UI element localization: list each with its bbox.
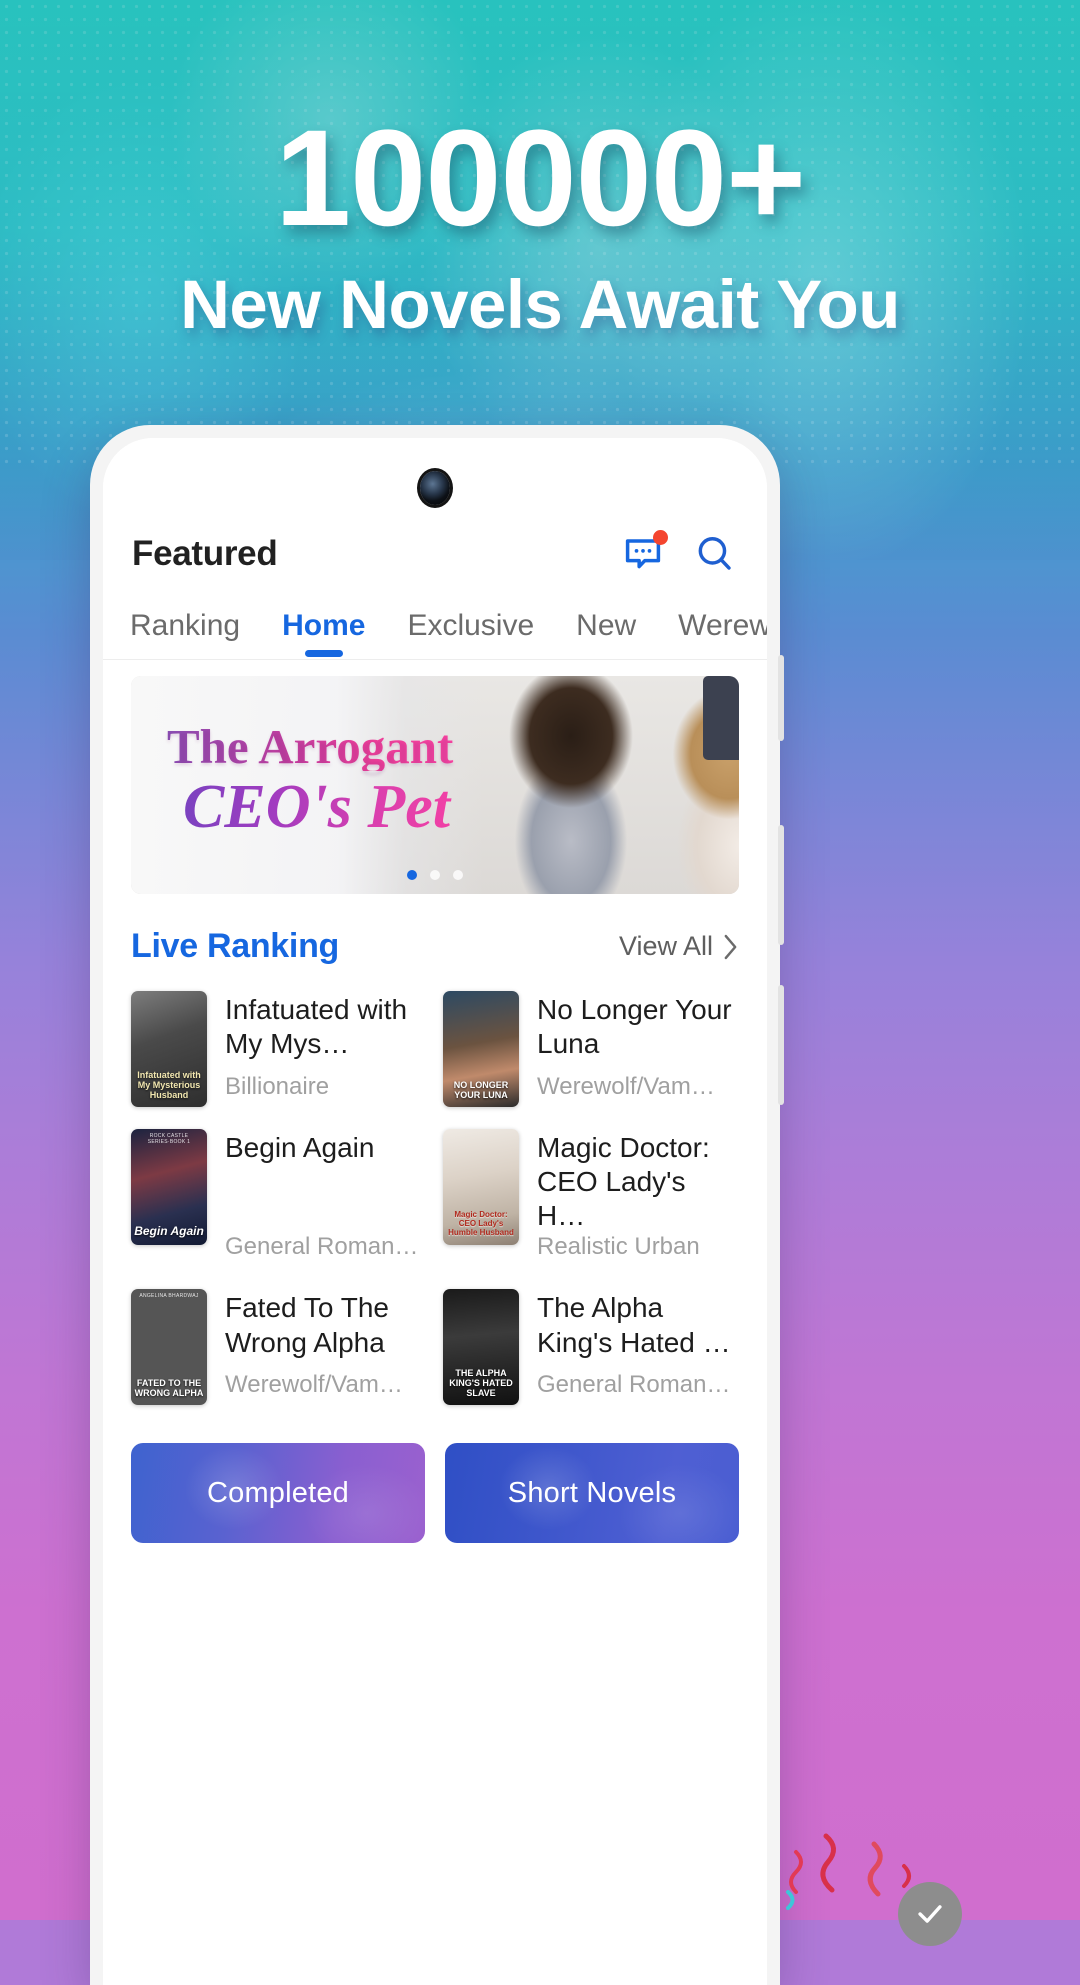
promo-subheadline: New Novels Await You: [180, 266, 900, 343]
phone-screen: Featured Ranking Home Exclusive New Were…: [103, 438, 767, 1985]
banner-dot-2[interactable]: [430, 870, 440, 880]
section-header: Live Ranking View All: [103, 894, 767, 966]
book-cover: ANGELINA BHARDWAJ FATED TO THE WRONG ALP…: [131, 1289, 207, 1406]
category-card-label: Completed: [206, 1476, 350, 1509]
banner-pagination-dots: [407, 870, 463, 880]
book-title: Begin Again: [225, 1132, 375, 1163]
banner-edge-accent: [703, 676, 739, 760]
book-cover: Infatuated with My Mysterious Husband: [131, 991, 207, 1107]
tab-ranking[interactable]: Ranking: [130, 609, 240, 659]
book-info: Begin Again General Roman…: [225, 1129, 427, 1267]
book-list-item[interactable]: Infatuated with My Mysterious Husband In…: [131, 991, 427, 1107]
book-grid: Infatuated with My Mysterious Husband In…: [103, 966, 767, 1406]
tab-werewolf[interactable]: Werewolf: [678, 609, 767, 659]
banner-dot-3[interactable]: [453, 870, 463, 880]
book-cover: NO LONGER YOUR LUNA: [443, 991, 519, 1107]
floating-action-button[interactable]: [898, 1882, 962, 1946]
book-genre: Billionaire: [225, 1073, 330, 1100]
tab-home[interactable]: Home: [282, 609, 365, 659]
tab-exclusive[interactable]: Exclusive: [407, 609, 534, 659]
book-cover-top-text: ROCK CASTLE SERIES·BOOK 1: [147, 1133, 191, 1145]
banner-carousel[interactable]: The Arrogant CEO's Pet: [131, 676, 739, 894]
book-title: Magic Doctor: CEO Lady's H…: [537, 1132, 710, 1232]
book-list-item[interactable]: Magic Doctor: CEO Lady's Humble Husband …: [443, 1129, 739, 1267]
category-card-row: Completed Short Novels: [103, 1405, 767, 1544]
book-genre: General Roman…: [225, 1233, 419, 1261]
book-title: The Alpha King's Hated …: [537, 1292, 731, 1358]
unread-badge-dot: [653, 530, 668, 545]
book-list-item[interactable]: NO LONGER YOUR LUNA No Longer Your Luna …: [443, 991, 739, 1107]
book-cover-text: FATED TO THE WRONG ALPHA: [134, 1378, 204, 1399]
promo-headline: 100000+: [274, 102, 806, 255]
book-info: Infatuated with My Mys… Billionaire: [225, 991, 427, 1107]
book-info: The Alpha King's Hated … General Roman…: [537, 1289, 739, 1405]
front-camera-icon: [420, 471, 450, 505]
app-header: Featured: [103, 438, 767, 586]
book-list-item[interactable]: THE ALPHA KING'S HATED SLAVE The Alpha K…: [443, 1289, 739, 1406]
chevron-right-icon: [724, 934, 737, 959]
book-cover: Magic Doctor: CEO Lady's Humble Husband: [443, 1129, 519, 1245]
category-card-label: Short Novels: [507, 1476, 677, 1509]
book-info: Magic Doctor: CEO Lady's H… Realistic Ur…: [537, 1129, 739, 1267]
view-all-button[interactable]: View All: [619, 931, 739, 962]
section-title: Live Ranking: [131, 927, 340, 965]
phone-power-button: [778, 825, 784, 945]
book-genre: Werewolf/Vam…: [225, 1371, 403, 1399]
book-cover-text: THE ALPHA KING'S HATED SLAVE: [449, 1368, 513, 1399]
book-cover-text: Infatuated with My Mysterious Husband: [137, 1069, 201, 1100]
book-cover-text: Begin Again: [134, 1223, 204, 1238]
book-title: Fated To The Wrong Alpha: [225, 1292, 389, 1358]
category-card-completed[interactable]: Completed: [131, 1443, 425, 1544]
book-title: Infatuated with My Mys…: [225, 994, 408, 1060]
book-genre: Werewolf/Vam…: [537, 1073, 715, 1100]
category-card-short-novels[interactable]: Short Novels: [445, 1443, 739, 1544]
banner-dot-1[interactable]: [407, 870, 417, 880]
book-cover-top-text: ANGELINA BHARDWAJ: [139, 1293, 199, 1300]
app-screen: Featured Ranking Home Exclusive New Were…: [103, 438, 767, 1985]
book-list-item[interactable]: ROCK CASTLE SERIES·BOOK 1 Begin Again Be…: [131, 1129, 427, 1267]
book-cover-text: Magic Doctor: CEO Lady's Humble Husband: [448, 1210, 514, 1238]
book-genre: Realistic Urban: [537, 1233, 700, 1261]
banner-photo: [131, 676, 739, 894]
book-info: No Longer Your Luna Werewolf/Vam…: [537, 991, 739, 1107]
promo-text-block: 100000+ New Novels Await You: [0, 110, 1080, 341]
view-all-label: View All: [618, 931, 713, 961]
book-genre: General Roman…: [537, 1371, 731, 1399]
check-icon: [918, 1905, 942, 1923]
phone-mockup: Featured Ranking Home Exclusive New Were…: [90, 425, 784, 1985]
message-icon[interactable]: [620, 530, 668, 577]
category-tabs: Ranking Home Exclusive New Werewolf: [103, 586, 767, 660]
tab-new[interactable]: New: [576, 609, 636, 659]
phone-side-button: [778, 985, 784, 1105]
book-cover: ROCK CASTLE SERIES·BOOK 1 Begin Again: [131, 1129, 207, 1245]
page-title: Featured: [132, 534, 278, 573]
search-icon[interactable]: [692, 531, 738, 577]
header-actions: [620, 530, 738, 577]
phone-volume-button: [778, 655, 784, 741]
banner-carousel-wrap: The Arrogant CEO's Pet: [103, 660, 767, 894]
book-list-item[interactable]: ANGELINA BHARDWAJ FATED TO THE WRONG ALP…: [131, 1289, 427, 1406]
book-title: No Longer Your Luna: [537, 994, 732, 1060]
book-cover-text: NO LONGER YOUR LUNA: [453, 1079, 509, 1100]
book-cover: THE ALPHA KING'S HATED SLAVE: [443, 1289, 519, 1406]
book-info: Fated To The Wrong Alpha Werewolf/Vam…: [225, 1289, 427, 1405]
